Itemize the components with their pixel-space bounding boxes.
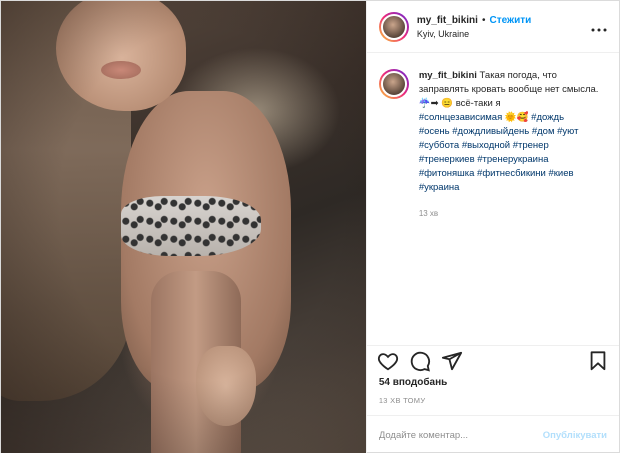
avatar[interactable] xyxy=(378,11,409,42)
instagram-post: my_fit_bikini • Стежити Kyiv, Ukraine my… xyxy=(0,0,620,453)
caption-username[interactable]: my_fit_bikini xyxy=(419,70,477,81)
hashtag-line[interactable]: #осень #дождливыйдень #дом #уют xyxy=(419,125,607,139)
hashtag-line[interactable]: #тренеркиев #тренерукраина xyxy=(419,153,607,167)
share-icon[interactable] xyxy=(441,350,463,372)
comment-input[interactable] xyxy=(378,429,543,441)
post-timestamp[interactable]: 13 ХВ ТОМУ xyxy=(379,396,426,405)
caption-time: 13 хв xyxy=(418,209,439,218)
separator-dot: • xyxy=(481,14,486,26)
hashtag-line[interactable]: #суббота #выходной #тренер xyxy=(419,139,607,153)
hashtag-line[interactable]: #солнцезависимая 🌞🥰 #дождь xyxy=(419,111,607,125)
avatar-image xyxy=(380,13,407,40)
likes-count[interactable]: 54 вподобань xyxy=(379,377,447,388)
publish-button[interactable]: Опублікувати xyxy=(543,430,607,441)
post-side-panel: my_fit_bikini • Стежити Kyiv, Ukraine my… xyxy=(365,1,619,453)
post-photo[interactable] xyxy=(1,1,366,453)
caption-avatar[interactable] xyxy=(378,69,409,99)
follow-button[interactable]: Стежити xyxy=(489,15,531,26)
post-header: my_fit_bikini • Стежити Kyiv, Ukraine xyxy=(366,1,619,53)
caption-body: my_fit_bikini Такая погода, что заправля… xyxy=(419,69,607,221)
action-bar xyxy=(366,345,619,375)
location-link[interactable]: Kyiv, Ukraine xyxy=(417,29,591,39)
comment-form: Опублікувати xyxy=(366,415,619,453)
heart-icon[interactable] xyxy=(377,350,399,372)
more-horizontal-icon[interactable] xyxy=(591,19,607,35)
header-text: my_fit_bikini • Стежити Kyiv, Ukraine xyxy=(417,15,591,39)
bookmark-icon[interactable] xyxy=(587,350,609,372)
hashtag-line[interactable]: #украина xyxy=(419,181,607,195)
username-link[interactable]: my_fit_bikini xyxy=(417,15,478,26)
caption-avatar-image xyxy=(380,71,407,97)
header-line: my_fit_bikini • Стежити xyxy=(417,15,591,26)
comment-icon[interactable] xyxy=(409,350,431,372)
post-caption: my_fit_bikini Такая погода, что заправля… xyxy=(367,53,619,221)
hashtag-line[interactable]: #фитоняшка #фитнесбикини #киев xyxy=(419,167,607,181)
photo-vignette xyxy=(1,1,366,453)
caption-text-block: my_fit_bikini Такая погода, что заправля… xyxy=(419,69,607,111)
